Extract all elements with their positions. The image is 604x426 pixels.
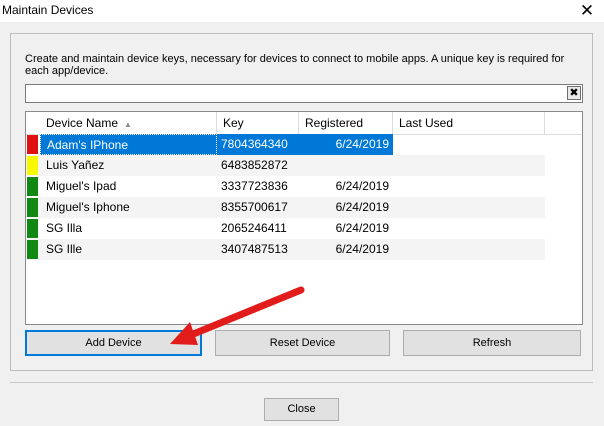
status-indicator <box>27 135 38 154</box>
registered-cell: 6/24/2019 <box>335 179 389 193</box>
table-row[interactable]: SG Ille 3407487513 6/24/2019 <box>26 239 545 260</box>
key-cell: 8355700617 <box>221 200 288 214</box>
column-header-key[interactable]: Key <box>217 112 299 134</box>
column-header-label: Registered <box>305 116 364 130</box>
status-indicator <box>27 198 38 217</box>
window-title: Maintain Devices <box>2 3 94 17</box>
device-name-cell: Miguel's Ipad <box>46 179 117 193</box>
refresh-button[interactable]: Refresh <box>403 330 581 356</box>
registered-cell: 6/24/2019 <box>335 200 389 214</box>
registered-cell: 6/24/2019 <box>335 242 389 256</box>
column-header-label: Key <box>223 116 244 130</box>
key-cell: 3337723836 <box>221 179 288 193</box>
registered-cell: 6/24/2019 <box>299 134 393 155</box>
add-device-button[interactable]: Add Device <box>25 330 202 356</box>
key-cell: 7804364340 <box>217 134 299 155</box>
status-indicator <box>27 156 38 175</box>
column-header-device-name[interactable]: Device Name ▲ <box>40 112 217 134</box>
status-indicator <box>27 219 38 238</box>
column-header-label: Last Used <box>399 116 454 130</box>
title-bar: Maintain Devices ✕ <box>0 0 604 22</box>
registered-cell <box>299 155 393 176</box>
clear-search-button[interactable]: ✖ <box>567 86 581 100</box>
device-name-cell: Miguel's Iphone <box>46 200 130 214</box>
devices-table[interactable]: Device Name ▲ Key Registered Last Used Ad… <box>25 111 583 325</box>
sort-ascending-icon: ▲ <box>124 120 132 129</box>
status-indicator <box>27 240 38 259</box>
table-row[interactable]: Miguel's Iphone 8355700617 6/24/2019 <box>26 197 545 218</box>
device-name-cell: Adam's IPhone <box>40 134 217 155</box>
key-cell: 3407487513 <box>221 242 288 256</box>
column-header-registered[interactable]: Registered <box>299 112 393 134</box>
column-header-label: Device Name <box>46 116 119 130</box>
search-input[interactable] <box>26 85 562 102</box>
table-row[interactable]: Miguel's Ipad 3337723836 6/24/2019 <box>26 176 545 197</box>
divider <box>10 382 593 383</box>
device-name-cell: SG Ille <box>46 242 83 256</box>
key-cell: 2065246411 <box>221 221 287 235</box>
column-header-last-used[interactable]: Last Used <box>393 112 545 134</box>
table-row[interactable]: Adam's IPhone 7804364340 6/24/2019 <box>26 134 545 155</box>
device-name-cell: Luis Yañez <box>46 158 105 172</box>
registered-cell: 6/24/2019 <box>335 221 389 235</box>
description-text: Create and maintain device keys, necessa… <box>25 53 565 77</box>
table-header: Device Name ▲ Key Registered Last Used <box>26 112 582 135</box>
close-icon[interactable]: ✕ <box>576 0 598 22</box>
table-row[interactable]: Luis Yañez 6483852872 <box>26 155 545 176</box>
reset-device-button[interactable]: Reset Device <box>215 330 390 356</box>
close-button[interactable]: Close <box>264 398 339 421</box>
table-row[interactable]: SG Illa 2065246411 6/24/2019 <box>26 218 545 239</box>
status-indicator <box>27 177 38 196</box>
search-box[interactable]: ✖ <box>25 84 583 103</box>
device-name-cell: SG Illa <box>46 221 83 235</box>
key-cell: 6483852872 <box>221 158 288 172</box>
